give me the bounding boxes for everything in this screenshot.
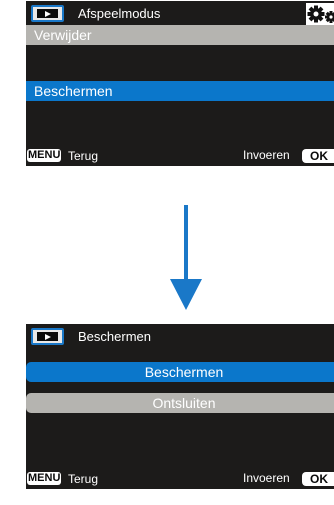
bottom-bar: MENU Terug Invoeren OK xyxy=(26,147,334,166)
protect-screen: Beschermen Beschermen Ontsluiten MENU Te… xyxy=(26,324,334,489)
menu-item-delete[interactable]: Verwijder xyxy=(26,25,334,45)
menu-item-protect[interactable]: Beschermen xyxy=(26,81,334,101)
arrow-down-icon xyxy=(170,205,202,310)
menu-key-badge[interactable]: MENU xyxy=(27,149,62,162)
bottom-bar: MENU Terug Invoeren OK xyxy=(26,470,334,489)
screen-title: Afspeelmodus xyxy=(78,6,161,21)
playback-mode-screen: Afspeelmodus Verwijder Beschermen MENU T… xyxy=(26,1,334,166)
ok-key-badge[interactable]: OK xyxy=(302,149,334,163)
enter-label: Invoeren xyxy=(243,148,290,162)
ok-key-badge[interactable]: OK xyxy=(302,472,334,486)
gear-icon xyxy=(306,3,334,25)
menu-key-badge[interactable]: MENU xyxy=(27,472,62,485)
title-bar: Beschermen xyxy=(26,324,334,347)
menu-item-protect[interactable]: Beschermen xyxy=(26,362,334,382)
enter-label: Invoeren xyxy=(243,471,290,485)
play-icon xyxy=(31,5,64,22)
screen-title: Beschermen xyxy=(78,329,151,344)
menu-item-unlock[interactable]: Ontsluiten xyxy=(26,393,334,413)
back-label: Terug xyxy=(68,472,99,486)
back-label: Terug xyxy=(68,149,99,163)
title-bar: Afspeelmodus xyxy=(26,1,334,25)
play-icon xyxy=(31,328,64,345)
